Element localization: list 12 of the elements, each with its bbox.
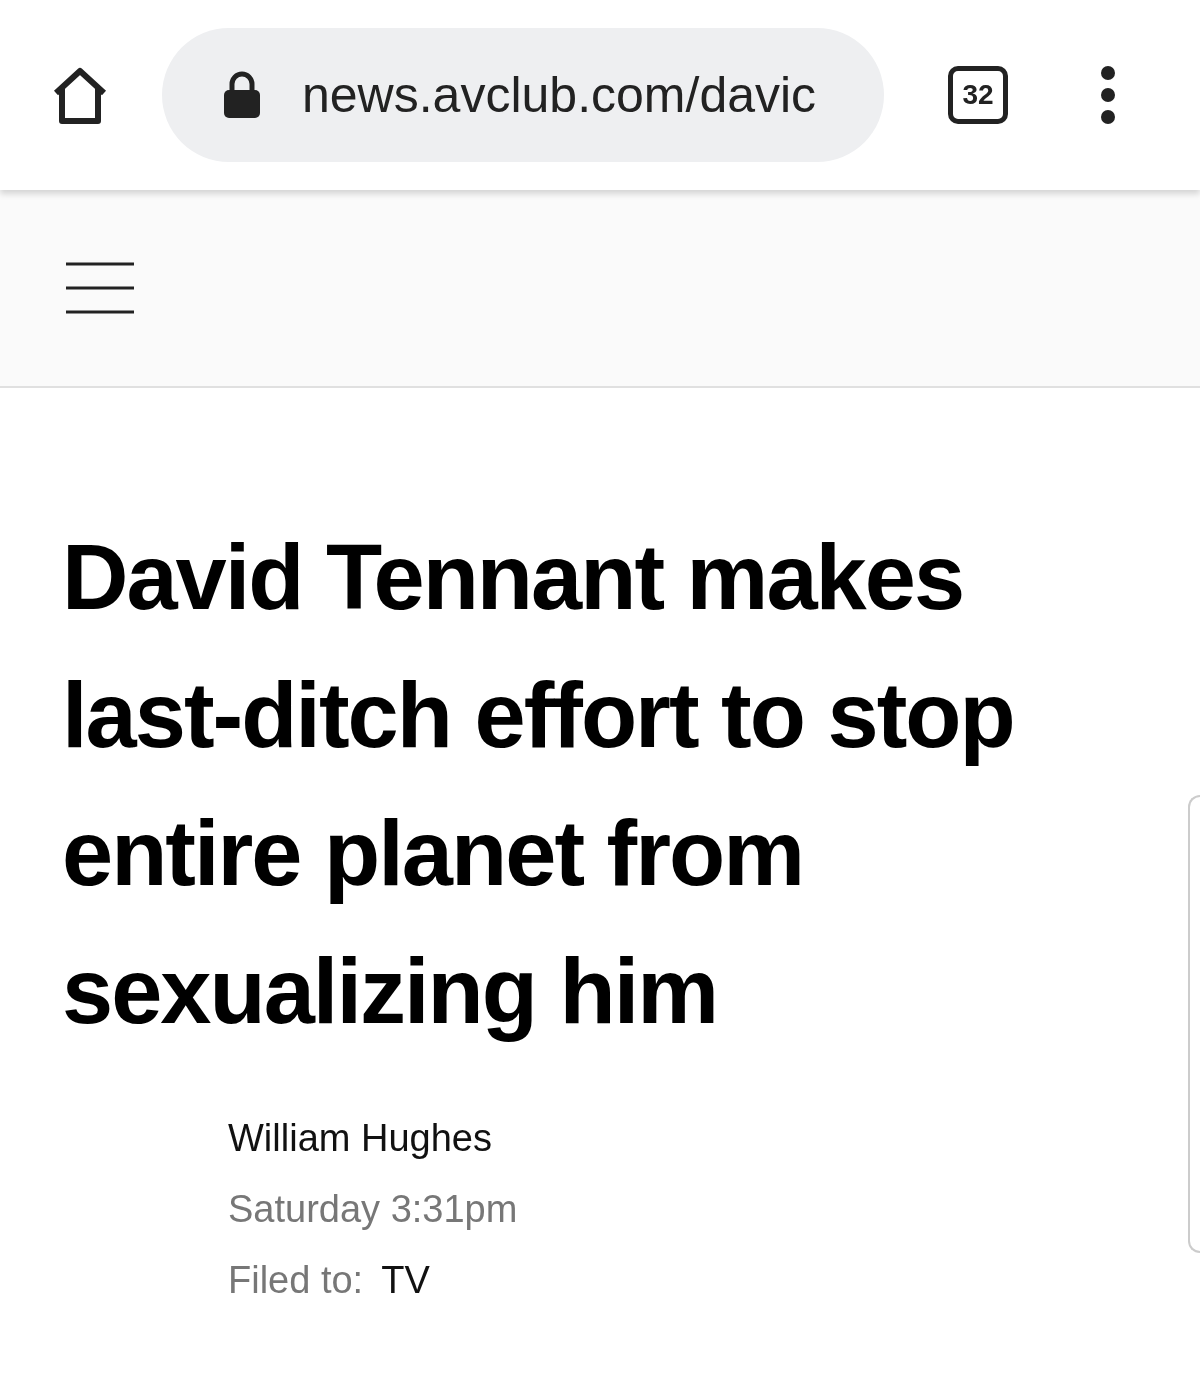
publish-date: Saturday 3:31pm	[228, 1187, 519, 1232]
headline: David Tennant makes last-ditch effort to stop entire planet from sexualizing him	[62, 525, 1015, 1044]
more-menu-icon[interactable]	[1098, 65, 1118, 125]
filed-label: Filed to:	[228, 1258, 364, 1303]
url-text: news.avclub.com/davic	[302, 65, 817, 125]
tab-count-button[interactable]: 32	[948, 66, 1008, 124]
author-name[interactable]: William Hughes	[228, 1110, 1120, 1167]
address-bar[interactable]: news.avclub.com/davic	[162, 28, 884, 162]
edge-panel-handle[interactable]	[1188, 795, 1200, 1253]
menu-icon[interactable]	[66, 262, 134, 314]
lock-icon	[222, 70, 262, 120]
category-link[interactable]: TV	[381, 1252, 430, 1309]
